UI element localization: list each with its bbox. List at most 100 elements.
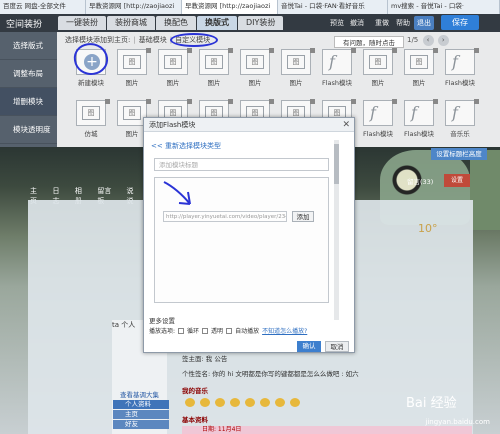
back-to-type-link[interactable]: << 重新选择模块类型 xyxy=(151,141,221,151)
nav-modules[interactable]: 增删模块 xyxy=(0,88,57,116)
module-tile[interactable]: f Flash模块 xyxy=(443,48,479,97)
module-tile[interactable]: 图图片 xyxy=(361,48,397,97)
module-thumbnail[interactable]: f xyxy=(445,48,479,75)
scrollbar-thumb[interactable] xyxy=(334,144,339,184)
next-page-icon[interactable]: › xyxy=(437,35,449,46)
module-thumbnail[interactable]: f xyxy=(404,99,438,126)
edit-icon[interactable] xyxy=(269,48,274,53)
browser-tab[interactable]: 音悦Tai - 口袋·FAN·看好音乐 xyxy=(278,0,388,14)
module-tile[interactable]: f 音乐乐 xyxy=(443,99,479,148)
edit-icon[interactable] xyxy=(351,99,356,104)
undo-button[interactable]: 撤消 xyxy=(350,16,364,30)
settings-badge[interactable]: 设置 xyxy=(444,174,470,187)
set-title-height-button[interactable]: 设置标题栏高度 xyxy=(431,148,487,160)
edit-icon[interactable] xyxy=(228,99,233,104)
module-thumbnail[interactable]: 图 xyxy=(117,48,151,75)
loop-checkbox[interactable] xyxy=(178,327,185,334)
banner-tree-image xyxy=(470,150,500,230)
module-thumbnail[interactable]: 图 xyxy=(281,48,315,75)
site-nav-item[interactable]: 相册 xyxy=(75,186,88,205)
view-link[interactable]: 查看基调大集 xyxy=(120,389,159,399)
nav-transparency[interactable]: 模块透明度 xyxy=(0,116,57,144)
exit-button[interactable]: 退出 xyxy=(414,16,434,30)
browser-tab[interactable]: 早教资源网 [http://zaojiaozi xyxy=(86,0,182,14)
edit-icon[interactable] xyxy=(146,48,151,53)
edit-icon[interactable] xyxy=(187,48,192,53)
dialog-scrollbar[interactable] xyxy=(334,140,339,320)
visitor-count[interactable]: 留言(33) xyxy=(407,176,433,186)
annotation-oval xyxy=(170,33,218,47)
edit-icon[interactable] xyxy=(228,48,233,53)
edit-icon[interactable] xyxy=(269,99,274,104)
play-help-link[interactable]: 不知道怎么播放? xyxy=(262,326,307,335)
module-tile[interactable]: 图图片 xyxy=(238,48,274,97)
module-tile[interactable]: 图图片 xyxy=(156,48,192,97)
prev-page-icon[interactable]: ‹ xyxy=(422,35,434,46)
edit-icon[interactable] xyxy=(105,99,110,104)
nav-adjust-layout[interactable]: 调整布局 xyxy=(0,60,57,88)
module-label: Flash模块 xyxy=(444,79,476,87)
profile-menu-item[interactable]: 好友 xyxy=(113,420,169,429)
redo-button[interactable]: 重做 xyxy=(375,16,389,30)
cancel-button[interactable]: 取消 xyxy=(325,341,349,352)
module-tile[interactable]: 图图片 xyxy=(279,48,315,97)
site-nav-item[interactable]: 留言板 xyxy=(97,186,117,205)
module-tile[interactable]: f Flash模块 xyxy=(320,48,356,97)
site-nav-item[interactable]: 说说 xyxy=(127,186,140,205)
edit-icon[interactable] xyxy=(433,48,438,53)
module-thumbnail[interactable]: 图 xyxy=(363,48,397,75)
edit-icon[interactable] xyxy=(392,99,397,104)
preview-button[interactable]: 预览 xyxy=(330,16,344,30)
tab-diy[interactable]: DIY装扮 xyxy=(238,16,284,30)
music-section-title: 我的音乐 xyxy=(182,387,208,395)
browser-tab-active[interactable]: 早教资源网 [http://zaojiaozi xyxy=(182,0,278,14)
tab-layout[interactable]: 换版式 xyxy=(197,16,237,30)
edit-icon[interactable] xyxy=(146,99,151,104)
transparent-checkbox[interactable] xyxy=(202,327,209,334)
tab-one-click[interactable]: 一键装扮 xyxy=(58,16,106,30)
add-url-button[interactable]: 添加 xyxy=(292,211,314,222)
module-thumbnail[interactable]: 图 xyxy=(404,48,438,75)
module-thumbnail[interactable]: f xyxy=(322,48,356,75)
edit-icon[interactable] xyxy=(474,48,479,53)
help-tooltip[interactable]: 有问题，随时点击 xyxy=(334,36,404,48)
edit-icon[interactable] xyxy=(474,99,479,104)
edit-icon[interactable] xyxy=(310,48,315,53)
module-label: 仿城 xyxy=(84,130,98,138)
edit-icon[interactable] xyxy=(392,48,397,53)
module-thumbnail[interactable]: f xyxy=(363,99,397,126)
edit-icon[interactable] xyxy=(310,99,315,104)
module-tile[interactable]: f Flash模块 xyxy=(402,99,438,148)
module-thumbnail[interactable]: 图 xyxy=(158,48,192,75)
module-title-input[interactable]: 添加模块标题 xyxy=(154,158,329,171)
module-tile[interactable]: 图图片 xyxy=(197,48,233,97)
module-thumbnail[interactable]: f xyxy=(445,99,479,126)
profile-menu-item[interactable]: 个人资料 xyxy=(113,400,169,409)
module-tile[interactable]: 图图片 xyxy=(115,48,151,97)
edit-icon[interactable] xyxy=(187,99,192,104)
module-tile[interactable]: 图图片 xyxy=(402,48,438,97)
help-button[interactable]: 帮助 xyxy=(396,16,410,30)
module-thumbnail[interactable]: 图 xyxy=(76,99,110,126)
site-nav-item[interactable]: 日志 xyxy=(52,186,65,205)
tab-colors[interactable]: 换配色 xyxy=(156,16,196,30)
site-nav-item[interactable]: 主页 xyxy=(30,186,43,205)
close-icon[interactable]: ✕ xyxy=(342,118,350,132)
module-tile[interactable]: f Flash模块 xyxy=(361,99,397,148)
edit-icon[interactable] xyxy=(351,48,356,53)
module-thumbnail[interactable]: 图 xyxy=(199,48,233,75)
nav-choose-layout[interactable]: 选择版式 xyxy=(0,32,57,60)
watermark-subtext: jingyan.baidu.com xyxy=(425,418,490,426)
confirm-button[interactable]: 确认 xyxy=(297,341,321,352)
tab-store[interactable]: 装扮商城 xyxy=(107,16,155,30)
module-tile[interactable]: 图仿城 xyxy=(74,99,110,148)
edit-icon[interactable] xyxy=(433,99,438,104)
profile-menu-item[interactable]: 主页 xyxy=(113,410,169,419)
basic-modules-link[interactable]: 基础模块 xyxy=(139,35,167,45)
browser-tab[interactable]: 百度云 网盘-全部文件 xyxy=(0,0,86,14)
browser-tab[interactable]: mv搜索 - 音悦Tai - 口袋· xyxy=(388,0,500,14)
save-button[interactable]: 保存 xyxy=(441,15,479,30)
image-icon: 图 xyxy=(369,55,387,69)
module-thumbnail[interactable]: 图 xyxy=(240,48,274,75)
autoplay-checkbox[interactable] xyxy=(226,327,233,334)
